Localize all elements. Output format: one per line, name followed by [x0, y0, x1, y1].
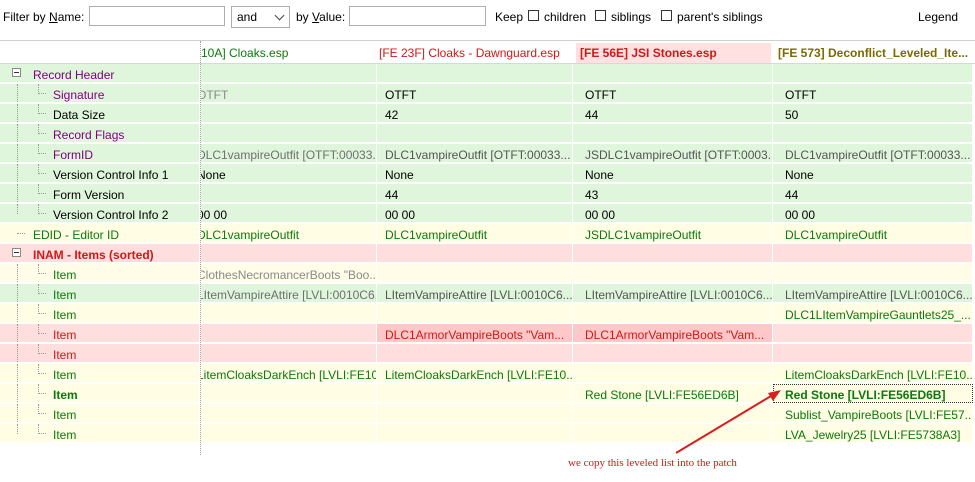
- arrow-line: [675, 392, 777, 454]
- annotation-arrow: [675, 390, 781, 454]
- annotation-note: we copy this leveled list into the patch: [568, 457, 737, 469]
- arrow-head: [768, 390, 781, 401]
